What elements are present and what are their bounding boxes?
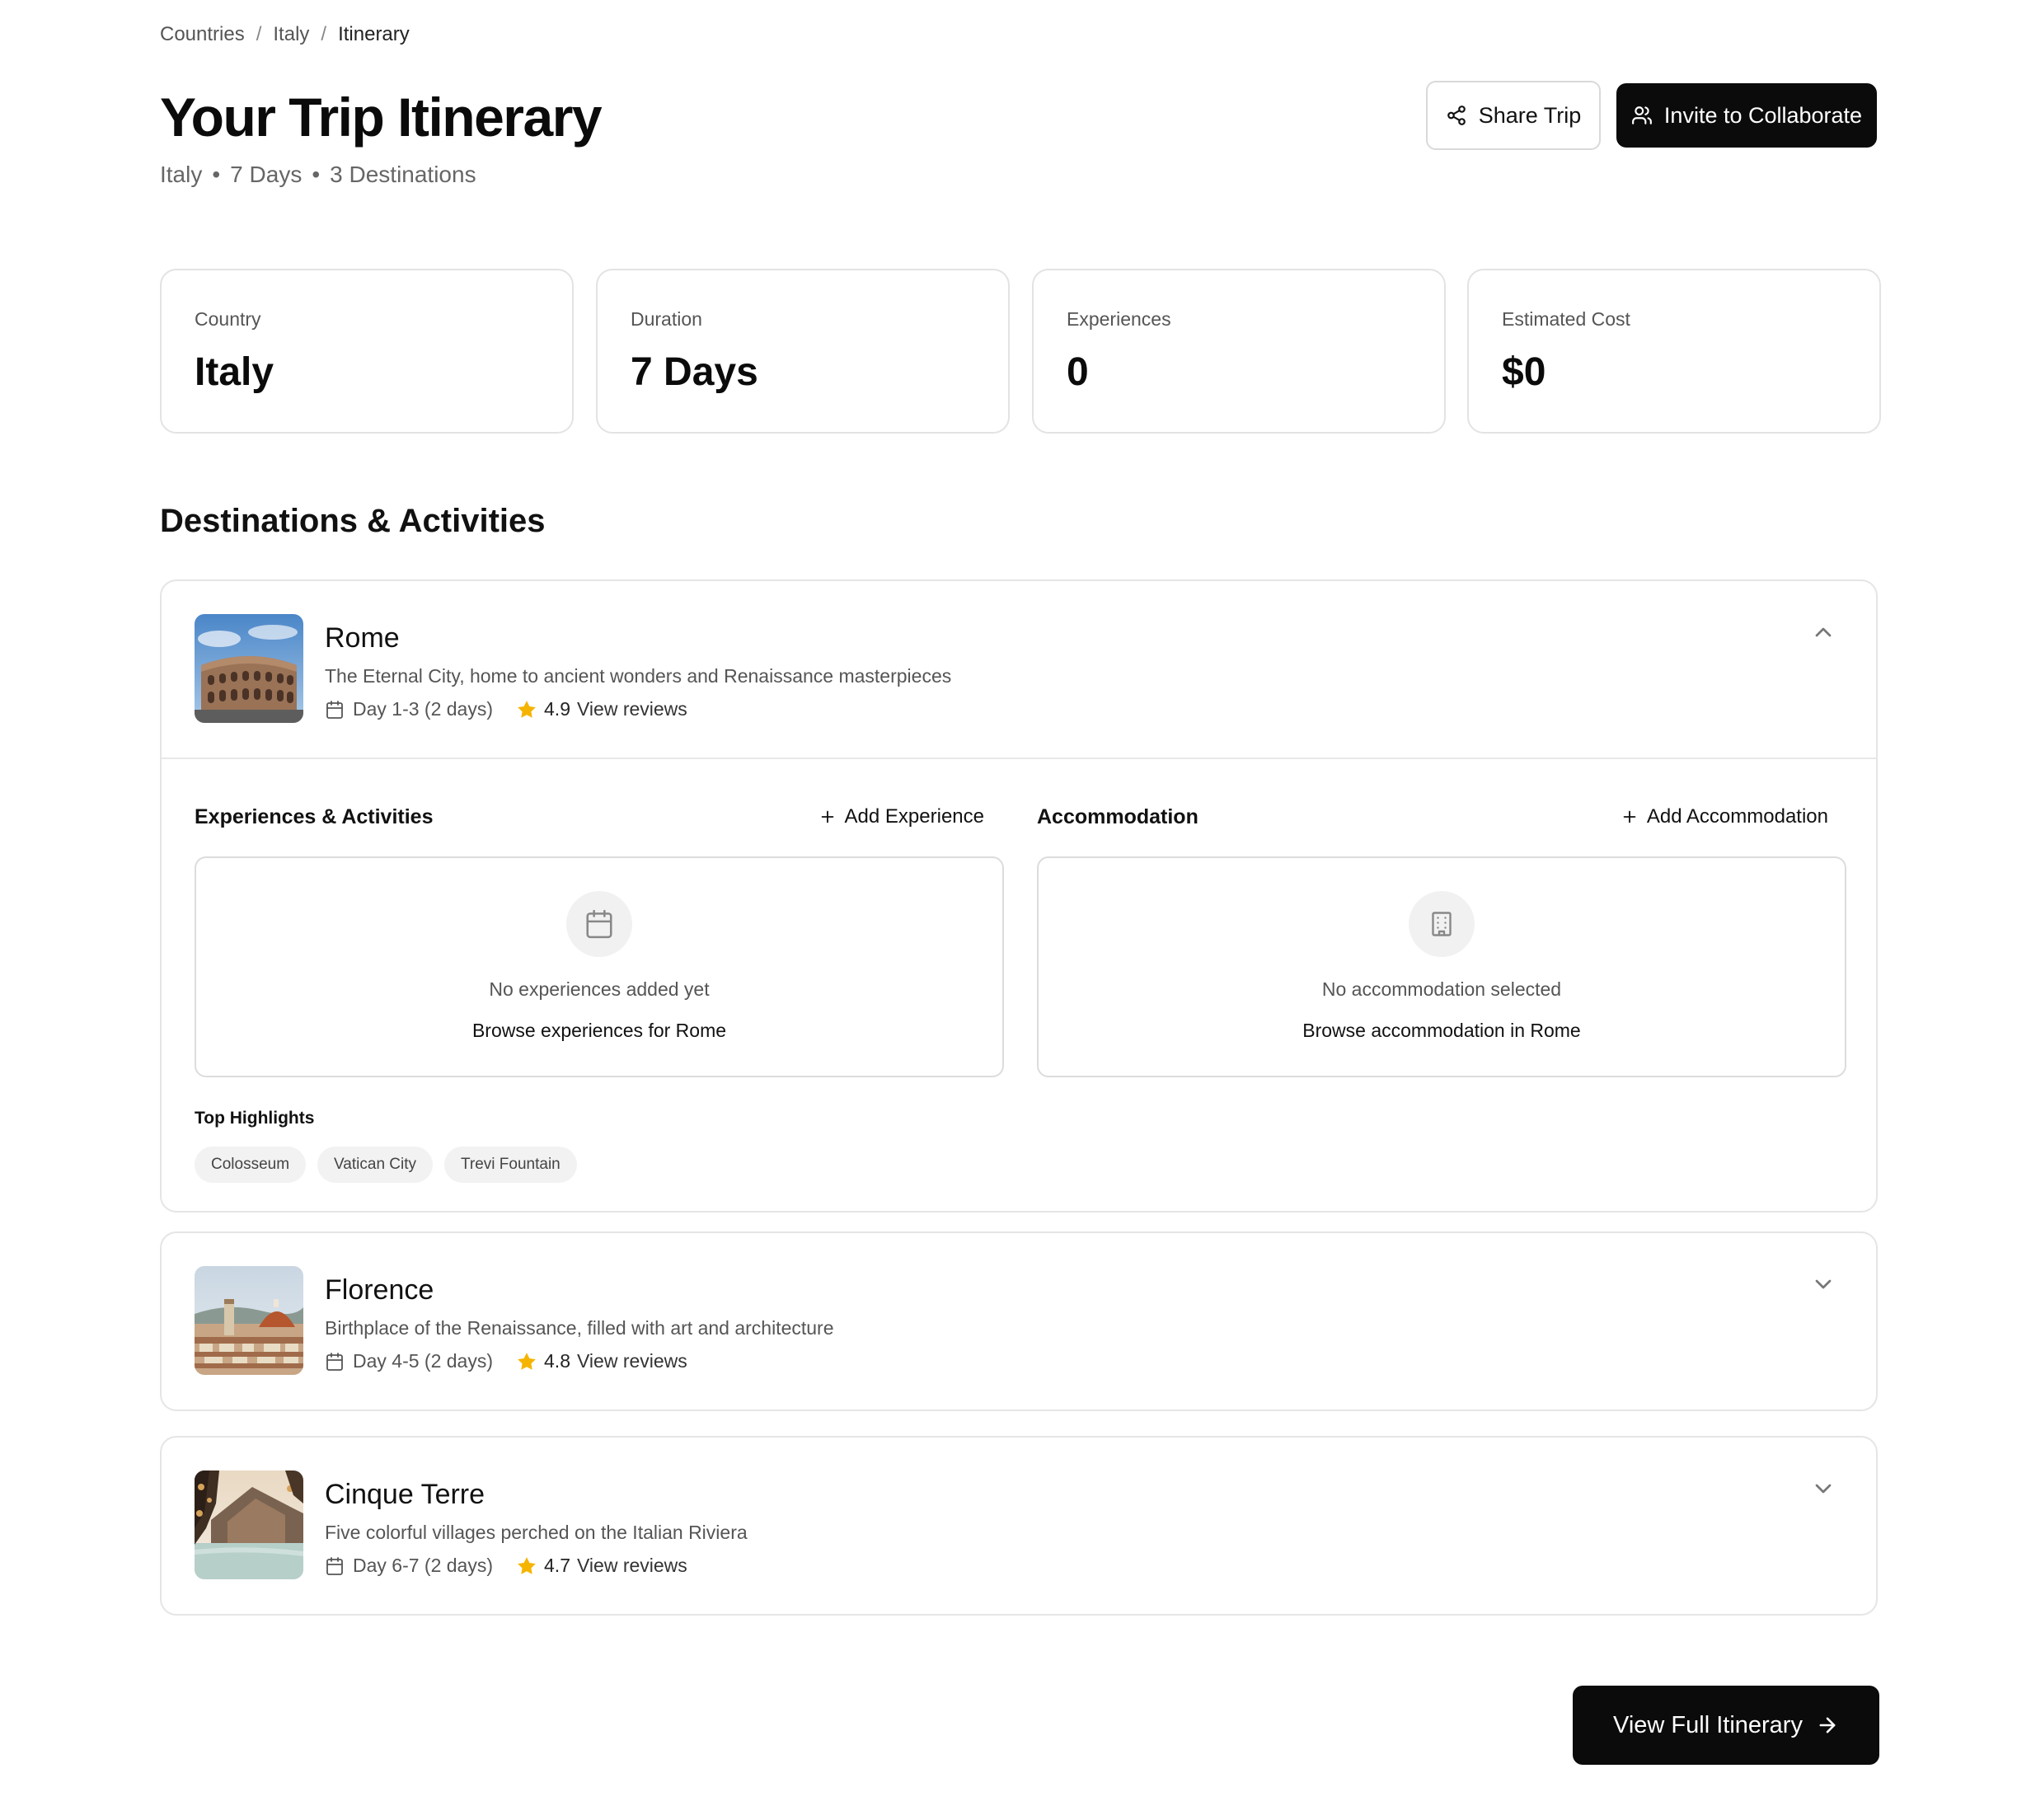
trip-subtitle: Italy • 7 Days • 3 Destinations — [160, 162, 476, 188]
destination-rating: 4.8 View reviews — [516, 1350, 687, 1372]
destination-description: Birthplace of the Renaissance, filled wi… — [325, 1317, 834, 1339]
empty-icon-circle — [1409, 891, 1475, 957]
add-experience-label: Add Experience — [844, 805, 984, 828]
breadcrumb-itinerary: Itinerary — [338, 23, 410, 45]
stat-card-duration: Duration 7 Days — [596, 269, 1010, 434]
destination-name: Florence — [325, 1274, 434, 1306]
subtitle-destinations: 3 Destinations — [330, 162, 476, 187]
destination-image-rome — [195, 614, 303, 723]
chevron-down-icon[interactable] — [1810, 1475, 1836, 1502]
plus-icon — [821, 810, 833, 823]
view-full-itinerary-label: View Full Itinerary — [1613, 1711, 1803, 1738]
section-title: Destinations & Activities — [160, 503, 546, 539]
breadcrumb-countries[interactable]: Countries — [160, 23, 245, 46]
star-icon — [518, 1556, 536, 1574]
browse-experiences-link[interactable]: Browse experiences for Rome — [196, 1020, 1002, 1042]
destination-meta: Day 6-7 (2 days) 4.7 View reviews — [325, 1555, 687, 1577]
highlight-chip[interactable]: Trevi Fountain — [444, 1147, 577, 1183]
calendar-icon — [586, 909, 612, 939]
share-icon — [1447, 106, 1466, 125]
stat-label: Country — [195, 308, 261, 330]
highlight-chip[interactable]: Vatican City — [317, 1147, 434, 1183]
destination-meta: Day 1-3 (2 days) 4.9 View reviews — [325, 698, 687, 720]
experiences-empty-state: No experiences added yet Browse experien… — [195, 856, 1004, 1077]
calendar-icon — [326, 1352, 343, 1371]
destination-image-cinque-terre — [195, 1471, 303, 1579]
stat-label: Duration — [631, 308, 702, 330]
share-trip-label: Share Trip — [1478, 102, 1582, 128]
view-reviews-link[interactable]: View reviews — [577, 698, 687, 720]
breadcrumb-separator: / — [321, 23, 327, 45]
rating-value: 4.7 — [544, 1555, 570, 1576]
share-trip-button[interactable]: Share Trip — [1426, 81, 1601, 150]
breadcrumb-italy[interactable]: Italy — [273, 23, 309, 46]
experiences-heading: Experiences & Activities — [195, 805, 434, 828]
plus-icon — [1623, 810, 1636, 823]
stat-card-cost: Estimated Cost $0 — [1467, 269, 1881, 434]
calendar-icon — [326, 700, 343, 719]
divider — [162, 758, 1876, 759]
breadcrumb: Countries / Italy / Itinerary — [160, 23, 410, 46]
star-icon — [518, 700, 536, 718]
top-highlights-heading: Top Highlights — [195, 1109, 315, 1128]
subtitle-days: 7 Days — [230, 162, 303, 187]
destination-rating: 4.7 View reviews — [516, 1555, 687, 1577]
invite-collaborate-label: Invite to Collaborate — [1663, 102, 1863, 128]
add-accommodation-button[interactable]: Add Accommodation — [1621, 805, 1828, 828]
destination-name: Cinque Terre — [325, 1479, 485, 1510]
stat-value: 7 Days — [631, 350, 758, 394]
accommodation-heading: Accommodation — [1037, 805, 1198, 828]
destination-description: The Eternal City, home to ancient wonder… — [325, 665, 952, 687]
destination-description: Five colorful villages perched on the It… — [325, 1522, 748, 1543]
destination-card-florence[interactable]: Florence Birthplace of the Renaissance, … — [160, 1231, 1878, 1411]
destination-meta: Day 4-5 (2 days) 4.8 View reviews — [325, 1350, 687, 1372]
destination-image-florence — [195, 1266, 303, 1375]
destination-rating: 4.9 View reviews — [516, 698, 687, 720]
star-icon — [518, 1352, 536, 1370]
stat-value: $0 — [1502, 350, 1546, 394]
calendar-icon — [326, 1556, 343, 1575]
destination-card-cinque-terre[interactable]: Cinque Terre Five colorful villages perc… — [160, 1436, 1878, 1616]
view-full-itinerary-button[interactable]: View Full Itinerary — [1573, 1686, 1879, 1765]
add-experience-button[interactable]: Add Experience — [818, 805, 984, 828]
rating-value: 4.8 — [544, 1350, 570, 1372]
highlight-chip[interactable]: Colosseum — [195, 1147, 307, 1183]
page-title: Your Trip Itinerary — [160, 87, 603, 148]
browse-accommodation-link[interactable]: Browse accommodation in Rome — [1039, 1020, 1845, 1042]
view-reviews-link[interactable]: View reviews — [577, 1350, 687, 1372]
destination-days: Day 1-3 (2 days) — [353, 698, 494, 720]
chevron-up-icon[interactable] — [1810, 619, 1836, 645]
stat-label: Experiences — [1067, 308, 1171, 330]
no-experiences-text: No experiences added yet — [489, 978, 710, 1000]
breadcrumb-separator: / — [256, 23, 262, 45]
users-icon — [1632, 106, 1652, 124]
highlight-chips: Colosseum Vatican City Trevi Fountain — [195, 1147, 577, 1183]
accommodation-empty-state: No accommodation selected Browse accommo… — [1037, 856, 1846, 1077]
stat-label: Estimated Cost — [1502, 308, 1630, 330]
view-reviews-link[interactable]: View reviews — [577, 1555, 687, 1577]
stat-value: Italy — [195, 350, 274, 394]
rating-value: 4.9 — [544, 698, 570, 720]
arrow-right-icon — [1819, 1717, 1836, 1733]
chevron-down-icon[interactable] — [1810, 1271, 1836, 1297]
no-accommodation-text: No accommodation selected — [1321, 978, 1562, 1000]
empty-icon-circle — [566, 891, 632, 957]
stat-value: 0 — [1067, 350, 1089, 394]
add-accommodation-label: Add Accommodation — [1646, 805, 1828, 828]
building-icon — [1432, 912, 1452, 936]
destination-card-rome: Rome The Eternal City, home to ancient w… — [160, 579, 1878, 1213]
destination-days: Day 4-5 (2 days) — [353, 1350, 494, 1372]
stat-card-country: Country Italy — [160, 269, 574, 434]
subtitle-dot: • — [212, 162, 221, 187]
destination-days: Day 6-7 (2 days) — [353, 1555, 494, 1576]
destination-name: Rome — [325, 622, 400, 654]
invite-collaborate-button[interactable]: Invite to Collaborate — [1616, 83, 1877, 148]
subtitle-dot: • — [312, 162, 321, 187]
stat-card-experiences: Experiences 0 — [1032, 269, 1446, 434]
subtitle-country: Italy — [160, 162, 203, 187]
